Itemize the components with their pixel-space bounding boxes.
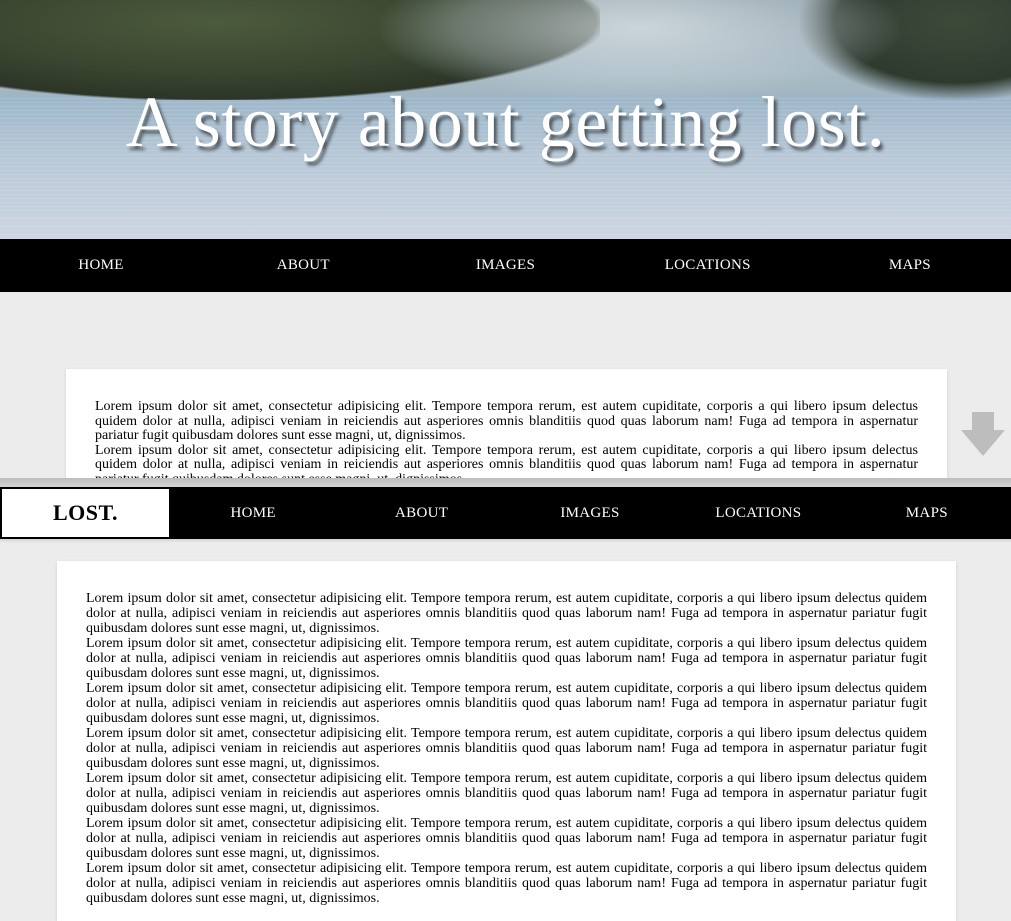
content-paragraphs: Lorem ipsum dolor sit amet, consectetur … <box>95 399 918 478</box>
sticky-header-shadow <box>0 539 1011 543</box>
content-card: Lorem ipsum dolor sit amet, consectetur … <box>66 369 947 478</box>
sticky-header: LOST. HOME ABOUT IMAGES LOCATIONS MAPS <box>0 487 1011 539</box>
top-view: A story about getting lost. HOME ABOUT I… <box>0 0 1011 478</box>
sticky-nav-home-link[interactable]: HOME <box>169 505 337 522</box>
content-paragraph: Lorem ipsum dolor sit amet, consectetur … <box>95 442 918 478</box>
nav-locations-link[interactable]: LOCATIONS <box>607 257 809 274</box>
hero-banner: A story about getting lost. <box>0 0 1011 239</box>
sticky-nav-maps-link[interactable]: MAPS <box>843 505 1011 522</box>
content-paragraph: Lorem ipsum dolor sit amet, consectetur … <box>95 399 918 444</box>
arrow-down-icon[interactable] <box>961 412 1005 458</box>
screenshot-divider <box>0 478 1011 487</box>
content-paragraph: Lorem ipsum dolor sit amet, consectetur … <box>86 771 927 816</box>
nav-images-link[interactable]: IMAGES <box>404 257 606 274</box>
sticky-nav-locations-link[interactable]: LOCATIONS <box>674 505 842 522</box>
content-paragraph: Lorem ipsum dolor sit amet, consectetur … <box>86 636 927 681</box>
nav-maps-link[interactable]: MAPS <box>809 257 1011 274</box>
nav-about-link[interactable]: ABOUT <box>202 257 404 274</box>
sticky-nav: HOME ABOUT IMAGES LOCATIONS MAPS <box>169 487 1011 539</box>
hero-title: A story about getting lost. <box>125 82 886 162</box>
nav-home-link[interactable]: HOME <box>0 257 202 274</box>
content-paragraph: Lorem ipsum dolor sit amet, consectetur … <box>86 861 927 906</box>
content-paragraph: Lorem ipsum dolor sit amet, consectetur … <box>86 591 927 636</box>
content-card-scrolled: Lorem ipsum dolor sit amet, consectetur … <box>57 561 956 921</box>
sticky-nav-about-link[interactable]: ABOUT <box>337 505 505 522</box>
content-paragraph: Lorem ipsum dolor sit amet, consectetur … <box>86 816 927 861</box>
content-paragraphs: Lorem ipsum dolor sit amet, consectetur … <box>86 591 927 906</box>
content-paragraph: Lorem ipsum dolor sit amet, consectetur … <box>86 726 927 771</box>
main-nav: HOME ABOUT IMAGES LOCATIONS MAPS <box>0 239 1011 292</box>
brand-logo[interactable]: LOST. <box>2 489 169 537</box>
content-paragraph: Lorem ipsum dolor sit amet, consectetur … <box>86 681 927 726</box>
sticky-nav-images-link[interactable]: IMAGES <box>506 505 674 522</box>
